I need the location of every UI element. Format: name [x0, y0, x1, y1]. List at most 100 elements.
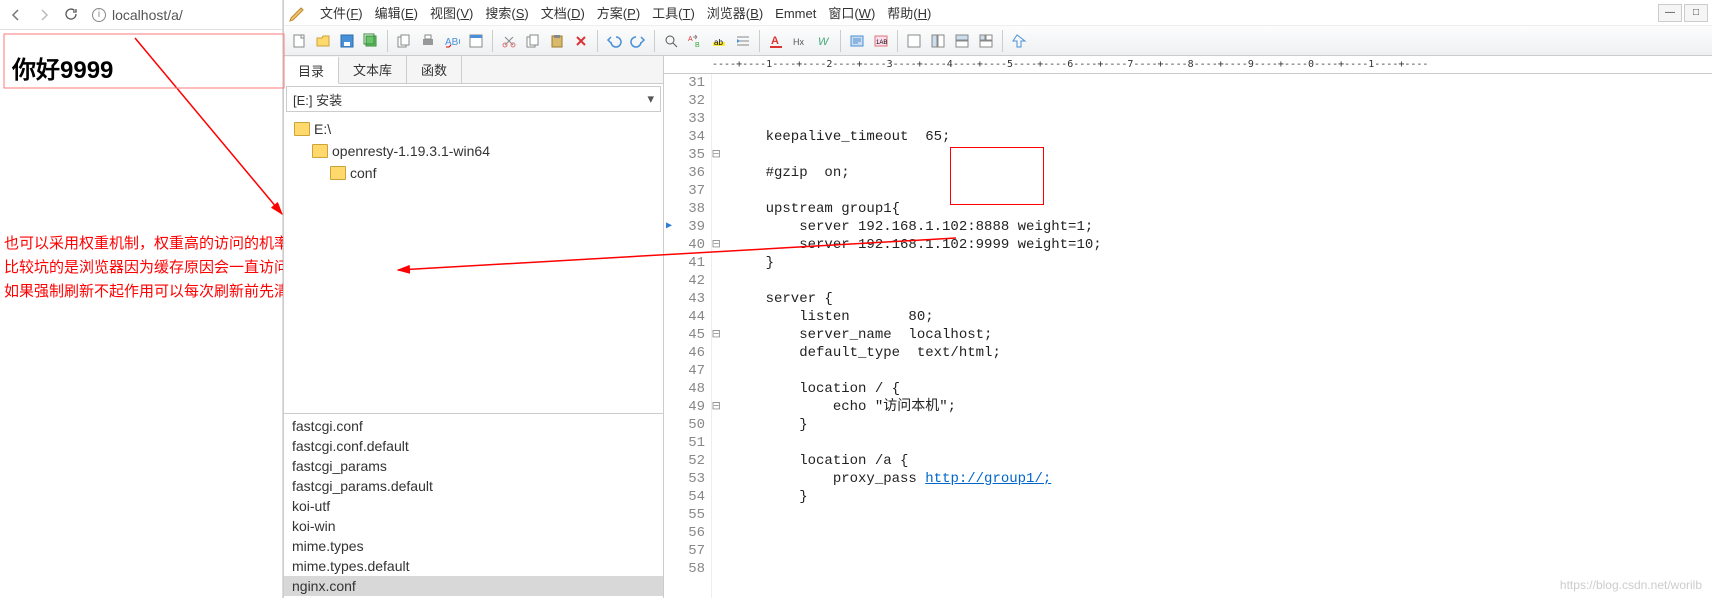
code-line[interactable] — [732, 560, 1712, 578]
forward-button[interactable] — [36, 7, 52, 23]
maximize-button[interactable]: □ — [1684, 4, 1708, 22]
toolbar-para1-icon[interactable] — [846, 30, 868, 52]
toolbar-undo-icon[interactable] — [603, 30, 625, 52]
code-line[interactable] — [732, 272, 1712, 290]
sidebar-tab-textlib[interactable]: 文本库 — [339, 56, 407, 83]
toolbar-spell-icon[interactable]: ABC — [441, 30, 463, 52]
folder-tree[interactable]: E:\openresty-1.19.3.1-win64conf — [284, 114, 663, 188]
toolbar-hex-icon[interactable]: Hx — [789, 30, 811, 52]
code-link[interactable]: http://group1/; — [925, 471, 1051, 487]
toolbar-font-color-icon[interactable]: A — [765, 30, 787, 52]
menu-item-10[interactable]: 帮助(H) — [881, 4, 937, 23]
code-line[interactable]: #gzip on; — [732, 164, 1712, 182]
file-item[interactable]: koi-utf — [284, 496, 663, 516]
toolbar-paste-icon[interactable] — [546, 30, 568, 52]
file-item[interactable]: nginx.conf — [284, 576, 663, 596]
file-item[interactable]: mime.types.default — [284, 556, 663, 576]
tree-item[interactable]: conf — [290, 162, 657, 184]
code-line[interactable]: } — [732, 416, 1712, 434]
code-line[interactable]: } — [732, 488, 1712, 506]
toolbar-layout2-icon[interactable] — [927, 30, 949, 52]
url-display[interactable]: i localhost/a/ — [92, 7, 183, 23]
code-line[interactable]: proxy_pass http://group1/; — [732, 470, 1712, 488]
back-button[interactable] — [8, 7, 24, 23]
code-line[interactable]: location /a { — [732, 452, 1712, 470]
file-item[interactable]: mime.types — [284, 536, 663, 556]
page-heading: 你好9999 — [12, 50, 270, 85]
toolbar-redo-icon[interactable] — [627, 30, 649, 52]
tree-label: openresty-1.19.3.1-win64 — [332, 141, 490, 161]
toolbar-open-icon[interactable] — [312, 30, 334, 52]
folder-icon — [294, 122, 310, 136]
file-item[interactable]: fastcgi_params — [284, 456, 663, 476]
toolbar-save-icon[interactable] — [336, 30, 358, 52]
drive-combo[interactable]: [E:] 安装 — [286, 86, 661, 112]
code-line[interactable] — [732, 182, 1712, 200]
file-item[interactable]: koi-win — [284, 516, 663, 536]
toolbar-indent-icon[interactable] — [732, 30, 754, 52]
code-line[interactable]: location / { — [732, 380, 1712, 398]
minimize-button[interactable]: — — [1658, 4, 1682, 22]
code-line[interactable]: keepalive_timeout 65; — [732, 128, 1712, 146]
toolbar-para2-icon[interactable]: 1AB — [870, 30, 892, 52]
toolbar-copy-icon[interactable] — [522, 30, 544, 52]
line-gutter: 31 32 33 34 35 36 37 38 39 40 41 42 43 4… — [664, 74, 712, 598]
toolbar-layout3-icon[interactable] — [951, 30, 973, 52]
sidebar-tab-directory[interactable]: 目录 — [284, 57, 339, 84]
file-item[interactable]: fastcgi_params.default — [284, 476, 663, 496]
menu-item-7[interactable]: 浏览器(B) — [701, 4, 769, 23]
toolbar-help-icon[interactable] — [1008, 30, 1030, 52]
code-line[interactable] — [732, 524, 1712, 542]
code-line[interactable]: server { — [732, 290, 1712, 308]
toolbar-save-all-icon[interactable] — [360, 30, 382, 52]
code-line[interactable]: listen 80; — [732, 308, 1712, 326]
toolbar-copy-path-icon[interactable] — [393, 30, 415, 52]
toolbar-view-icon[interactable] — [465, 30, 487, 52]
menu-item-8[interactable]: Emmet — [769, 4, 822, 23]
menu-item-0[interactable]: 文件(F) — [314, 4, 369, 23]
tree-label: conf — [350, 163, 376, 183]
menu-item-2[interactable]: 视图(V) — [424, 4, 479, 23]
toolbar-highlight-icon[interactable]: ab — [708, 30, 730, 52]
file-list[interactable]: fastcgi.conffastcgi.conf.defaultfastcgi_… — [284, 413, 663, 598]
code-line[interactable] — [732, 146, 1712, 164]
refresh-button[interactable] — [64, 7, 80, 23]
menu-bar: 文件(F)编辑(E)视图(V)搜索(S)文档(D)方案(P)工具(T)浏览器(B… — [284, 0, 1712, 26]
toolbar-cut-icon[interactable] — [498, 30, 520, 52]
sidebar-tab-functions[interactable]: 函数 — [407, 56, 462, 83]
code-line[interactable]: echo "访问本机"; — [732, 398, 1712, 416]
code-line[interactable]: default_type text/html; — [732, 344, 1712, 362]
code-line[interactable] — [732, 542, 1712, 560]
code-line[interactable]: } — [732, 254, 1712, 272]
menu-item-1[interactable]: 编辑(E) — [369, 4, 424, 23]
toolbar-print-icon[interactable] — [417, 30, 439, 52]
toolbar-find-icon[interactable] — [660, 30, 682, 52]
toolbar-layout1-icon[interactable] — [903, 30, 925, 52]
code-line[interactable] — [732, 434, 1712, 452]
code-line[interactable]: server_name localhost; — [732, 326, 1712, 344]
code-text[interactable]: keepalive_timeout 65; #gzip on; upstream… — [728, 74, 1712, 598]
toolbar-delete-icon[interactable] — [570, 30, 592, 52]
toolbar-word-icon[interactable]: W — [813, 30, 835, 52]
file-item[interactable]: fastcgi.conf — [284, 416, 663, 436]
fold-column[interactable]: ⊟ ⊟ ⊟ ⊟ — [712, 74, 728, 598]
code-line[interactable]: server 192.168.1.102:8888 weight=1;▶ — [732, 218, 1712, 236]
code-line[interactable]: server 192.168.1.102:9999 weight=10; — [732, 236, 1712, 254]
tree-item[interactable]: openresty-1.19.3.1-win64 — [290, 140, 657, 162]
svg-text:W: W — [818, 36, 830, 48]
menu-item-9[interactable]: 窗口(W) — [822, 4, 881, 23]
code-line[interactable] — [732, 362, 1712, 380]
code-line[interactable]: upstream group1{ — [732, 200, 1712, 218]
menu-item-6[interactable]: 工具(T) — [646, 4, 701, 23]
toolbar-new-icon[interactable] — [288, 30, 310, 52]
code-body[interactable]: 31 32 33 34 35 36 37 38 39 40 41 42 43 4… — [664, 74, 1712, 598]
toolbar-layout4-icon[interactable] — [975, 30, 997, 52]
menu-item-4[interactable]: 文档(D) — [535, 4, 591, 23]
sidebar: 目录 文本库 函数 [E:] 安装 E:\openresty-1.19.3.1-… — [284, 56, 664, 598]
menu-item-5[interactable]: 方案(P) — [591, 4, 646, 23]
code-line[interactable] — [732, 506, 1712, 524]
tree-item[interactable]: E:\ — [290, 118, 657, 140]
file-item[interactable]: fastcgi.conf.default — [284, 436, 663, 456]
menu-item-3[interactable]: 搜索(S) — [479, 4, 534, 23]
toolbar-find-replace-icon[interactable]: AB — [684, 30, 706, 52]
